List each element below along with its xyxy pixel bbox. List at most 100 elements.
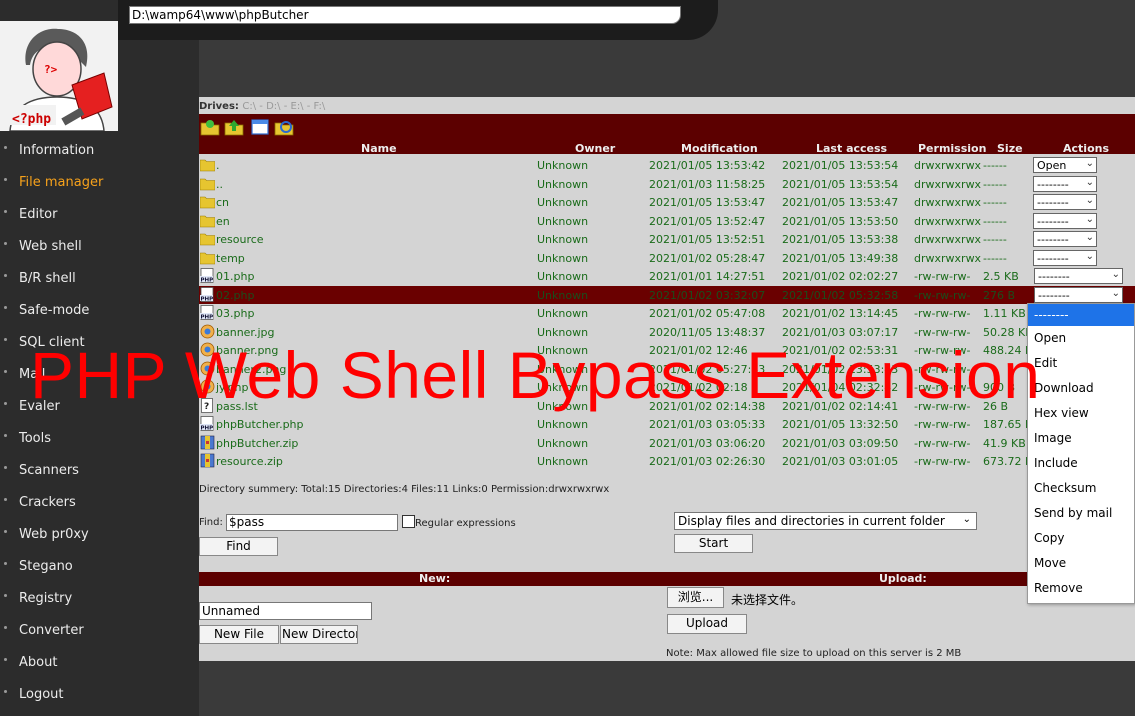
file-owner: Unknown [537,233,589,246]
action-select[interactable]: -------- ⌄ [1033,175,1097,192]
file-owner: Unknown [537,214,589,228]
bullet-icon [4,466,7,469]
home-folder-icon[interactable] [200,118,220,136]
file-size: ------ [983,251,1007,265]
file-accessed: 2021/01/05 13:53:47 [782,196,899,209]
file-row[interactable]: cn Unknown 2021/01/05 13:53:47 2021/01/05 1… [199,193,1135,211]
dropdown-option-image[interactable]: Image [1028,426,1134,451]
up-folder-icon[interactable] [224,118,244,136]
refresh-icon[interactable] [274,118,294,136]
file-accessed: 2021/01/03 03:01:05 [782,455,899,468]
file-name[interactable]: resource [216,233,264,246]
file-name[interactable]: 02.php [216,289,254,302]
action-select[interactable]: -------- ⌄ [1033,212,1097,229]
file-name[interactable]: 01.php [216,270,254,283]
file-row[interactable]: resource.zip Unknown 2021/01/03 02:26:30 20… [199,452,1135,470]
file-row[interactable]: PHP 02.php Unknown 2021/01/02 03:32:07 2021/… [199,285,1135,304]
php-file-icon: PHP [200,305,214,320]
file-owner: Unknown [537,251,589,265]
file-owner: Unknown [537,177,589,191]
file-accessed: 2021/01/02 02:02:27 [782,270,899,283]
file-accessed: 2021/01/05 13:53:38 [782,233,899,246]
file-name[interactable]: phpButcher.zip [216,437,298,450]
action-select[interactable]: -------- ⌄ [1033,231,1097,247]
start-button[interactable]: Start [674,534,753,553]
file-name[interactable]: temp [216,252,245,265]
dropdown-option-remove[interactable]: Remove [1028,576,1134,601]
file-permission: drwxrwxrwx [914,177,982,191]
action-select[interactable]: -------- ⌄ [1033,194,1097,210]
col-last-access[interactable]: Last access [816,142,887,155]
nav-item-label: Web pr0xy [19,527,89,542]
file-row[interactable]: resource Unknown 2021/01/05 13:52:51 2021/0… [199,230,1135,248]
chevron-down-icon: ⌄ [1111,269,1120,280]
file-row[interactable]: en Unknown 2021/01/05 13:52:47 2021/01/05 1… [199,212,1135,230]
bullet-icon [4,562,7,565]
dropdown-option-checksum[interactable]: Checksum [1028,476,1134,501]
action-select[interactable]: -------- ⌄ [1034,268,1123,284]
action-select[interactable]: -------- ⌄ [1033,249,1097,266]
bullet-icon [4,178,7,181]
upload-note: Note: Max allowed file size to upload on… [666,648,962,659]
file-modified: 2021/01/05 13:53:42 [649,159,766,172]
file-name[interactable]: en [216,215,230,228]
file-modified: 2021/01/03 02:26:30 [649,455,766,468]
bullet-icon [4,402,7,405]
dropdown-option-download[interactable]: Download [1028,376,1134,401]
bullet-icon [4,370,7,373]
drives-list[interactable]: C:\ - D:\ - E:\ - F:\ [242,101,325,112]
folder-icon [200,178,215,190]
dropdown-option-open[interactable]: Open [1028,326,1134,351]
file-permission: drwxrwxrwx [914,214,982,228]
file-row[interactable]: temp Unknown 2021/01/02 05:28:47 2021/01/05… [199,249,1135,267]
action-select-value: -------- [1037,233,1069,246]
file-modified: 2021/01/02 03:32:07 [649,288,766,302]
file-row[interactable]: PHP phpButcher.php Unknown 2021/01/03 03:05… [199,415,1135,433]
col-permission[interactable]: Permission [918,142,986,155]
dropdown-option-copy[interactable]: Copy [1028,526,1134,551]
dropdown-option-send-by-mail[interactable]: Send by mail [1028,501,1134,526]
file-name[interactable]: 03.php [216,307,254,320]
window-icon[interactable] [250,118,270,136]
find-button[interactable]: Find [199,537,278,556]
dropdown-option-edit[interactable]: Edit [1028,351,1134,376]
file-name[interactable]: . [216,159,220,172]
new-directory-button[interactable]: New Directory [280,625,358,644]
col-owner[interactable]: Owner [575,142,615,155]
find-input[interactable]: $pass [226,514,398,531]
file-row[interactable]: .. Unknown 2021/01/03 11:58:25 2021/01/05 1… [199,175,1135,193]
drives-bar: Drives: C:\ - D:\ - E:\ - F:\ [199,101,325,112]
dropdown-option-move[interactable]: Move [1028,551,1134,576]
dropdown-option-include[interactable]: Include [1028,451,1134,476]
search-mode-select[interactable]: Display files and directories in current… [674,512,977,530]
dropdown-option-hex-view[interactable]: Hex view [1028,401,1134,426]
col-modification[interactable]: Modification [681,142,758,155]
file-accessed: 2021/01/02 13:14:45 [782,307,899,320]
file-name[interactable]: phpButcher.php [216,418,304,431]
file-row[interactable]: . Unknown 2021/01/05 13:53:42 2021/01/05 13… [199,156,1135,174]
new-file-button[interactable]: New File [199,625,279,644]
upload-label: Upload: [879,572,927,585]
path-input[interactable]: D:\wamp64\www\phpButcher [129,6,681,24]
regex-checkbox[interactable] [402,515,415,528]
file-name[interactable]: resource.zip [216,455,283,468]
browse-button[interactable]: 浏览... [667,587,724,608]
upload-button[interactable]: Upload [667,614,747,634]
nav-item-label: Registry [19,591,73,606]
file-row[interactable]: PHP 03.php Unknown 2021/01/02 05:47:08 2021/… [199,304,1135,322]
bullet-icon [4,274,7,277]
file-name[interactable]: .. [216,178,223,191]
file-row[interactable]: phpButcher.zip Unknown 2021/01/03 03:06:20… [199,434,1135,452]
col-name[interactable]: Name [361,142,397,155]
file-owner: Unknown [537,436,589,450]
file-row[interactable]: PHP 01.php Unknown 2021/01/01 14:27:51 2021/… [199,267,1135,285]
php-file-icon: PHP [200,416,214,431]
new-name-input[interactable]: Unnamed [199,602,372,620]
file-modified: 2021/01/03 03:06:20 [649,436,766,450]
dropdown-option-none[interactable]: -------- [1028,304,1134,326]
action-select[interactable]: -------- ⌄ [1034,286,1123,303]
file-name[interactable]: cn [216,196,229,209]
col-size[interactable]: Size [997,142,1023,155]
action-select[interactable]: Open ⌄ [1033,157,1097,173]
chevron-down-icon: ⌄ [1085,158,1094,169]
